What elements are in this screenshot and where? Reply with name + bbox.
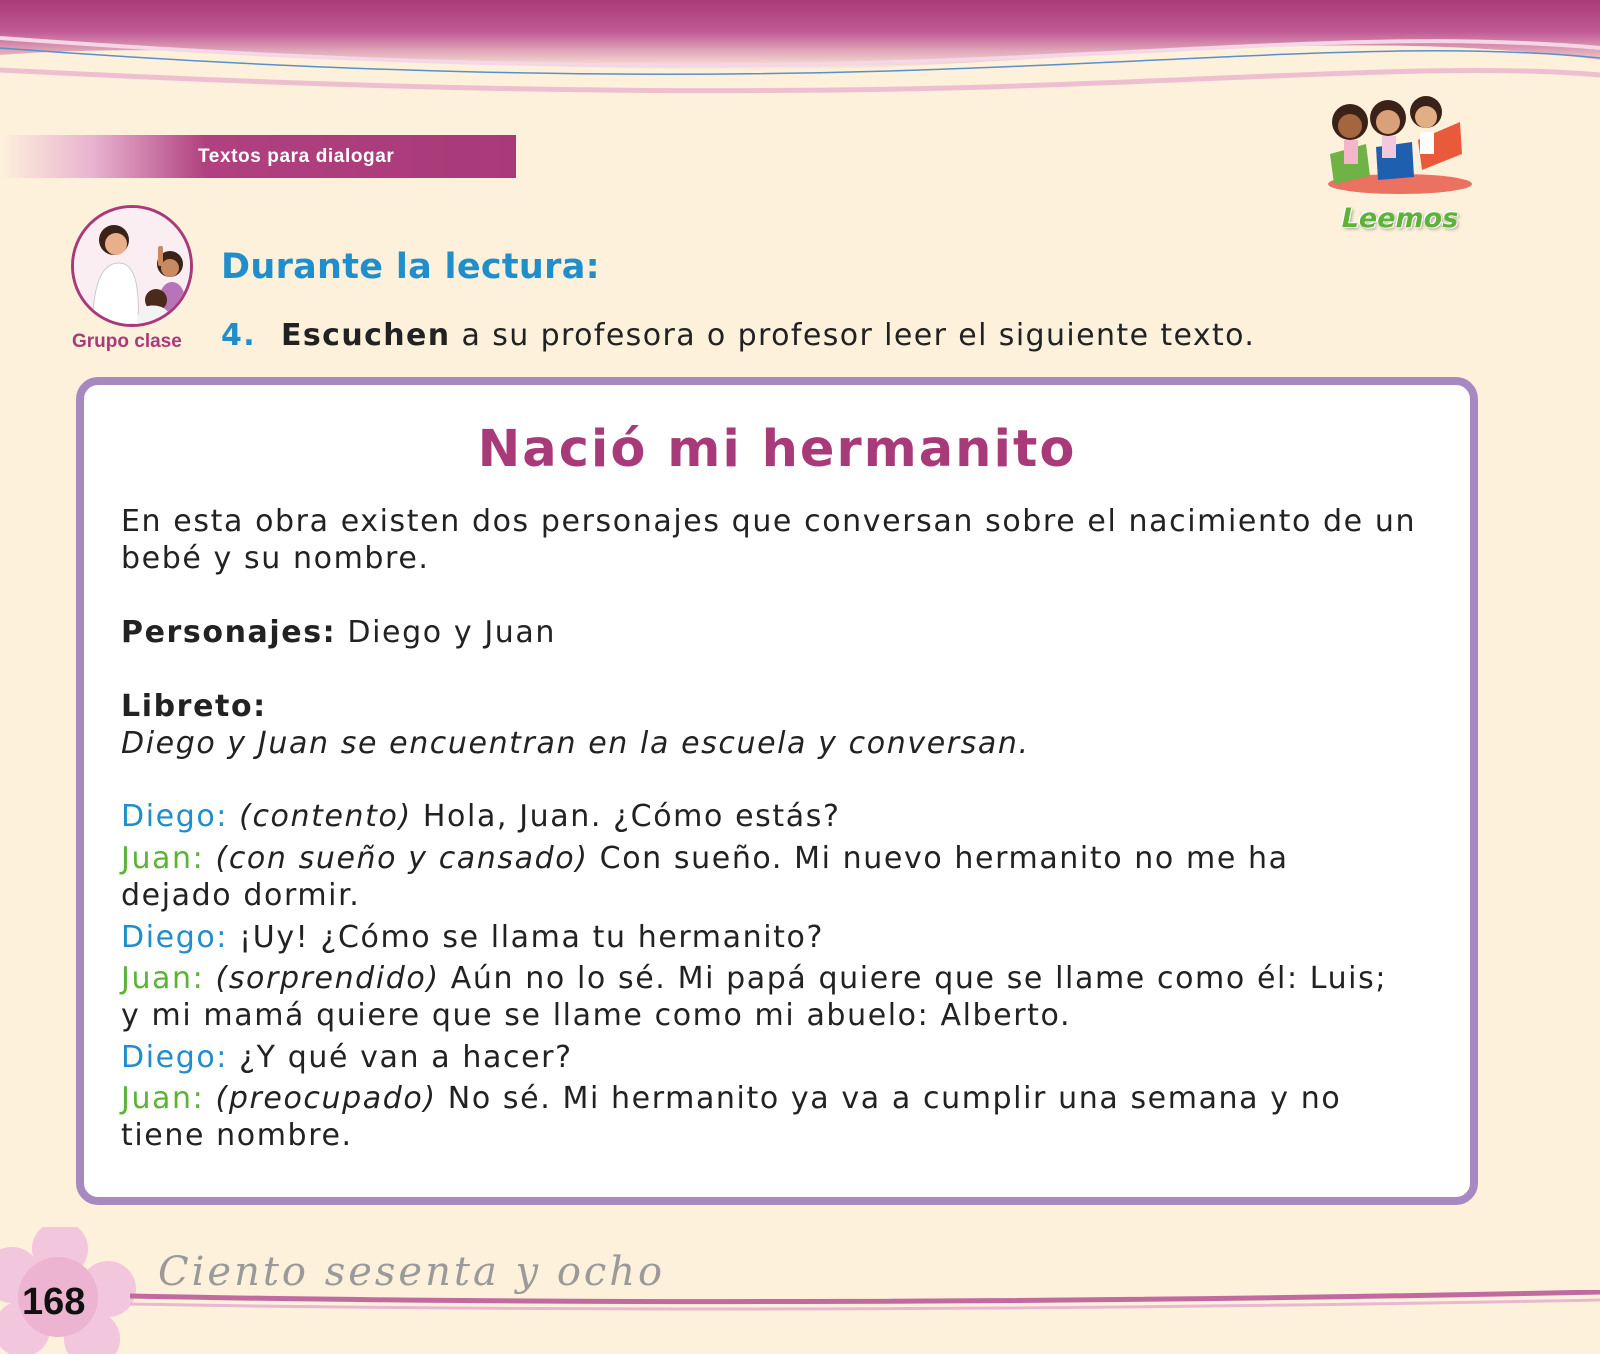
intro-line-1: En esta obra existen dos personajes que … xyxy=(121,504,1417,539)
dialogue-text: No sé. Mi hermanito ya va a cumplir una … xyxy=(436,1081,1342,1116)
dialogue-text: Aún no lo sé. Mi papá quiere que se llam… xyxy=(439,961,1388,996)
speaker-direction: (sorprendido) xyxy=(215,961,440,996)
dialogue-text-continued: y mi mamá quiere que se llame como mi ab… xyxy=(121,998,1072,1033)
speaker-name: Juan: xyxy=(121,841,205,876)
intro-line-2: bebé y su nombre. xyxy=(121,541,430,576)
dialogue-text: Hola, Juan. ¿Cómo estás? xyxy=(411,799,841,834)
dialogue-text-continued: tiene nombre. xyxy=(121,1118,353,1153)
footer-decorative-line xyxy=(130,1290,1600,1311)
speaker-name: Diego: xyxy=(121,1040,228,1075)
stage-direction: Diego y Juan se encuentran en la escuela… xyxy=(121,726,1030,761)
dialogue-line: Diego: (contento) Hola, Juan. ¿Cómo está… xyxy=(121,798,1451,835)
dialogue-line: Juan: (con sueño y cansado) Con sueño. M… xyxy=(121,840,1451,914)
page-number: 168 xyxy=(22,1281,86,1323)
group-class-avatar xyxy=(71,205,193,327)
instruction: 4. Escuchen a su profesora o profesor lee… xyxy=(221,318,1255,353)
speaker-name: Diego: xyxy=(121,799,228,834)
dialogue-text: Con sueño. Mi nuevo hermanito no me ha xyxy=(588,841,1289,876)
dialogue-line: Juan: (sorprendido) Aún no lo sé. Mi pap… xyxy=(121,960,1451,1034)
dialogue-line: Juan: (preocupado) No sé. Mi hermanito y… xyxy=(121,1080,1451,1154)
dialogue-text-continued: dejado dormir. xyxy=(121,878,361,913)
dialogue-line: Diego: ¡Uy! ¿Cómo se llama tu hermanito? xyxy=(121,919,1451,956)
speaker-direction: (con sueño y cansado) xyxy=(215,841,589,876)
speaker-direction: (preocupado) xyxy=(215,1081,437,1116)
characters-value: Diego y Juan xyxy=(336,615,556,650)
group-class-label: Grupo clase xyxy=(72,331,182,352)
speaker-direction: (contento) xyxy=(239,799,412,834)
reading-children-icon xyxy=(1328,96,1472,194)
activity-number: 4. xyxy=(221,318,257,353)
page-number-words: Ciento sesenta y ocho xyxy=(158,1249,666,1295)
speaker-name: Juan: xyxy=(121,1081,205,1116)
dialogue-line: Diego: ¿Y qué van a hacer? xyxy=(121,1039,1451,1076)
story-intro: En esta obra existen dos personajes que … xyxy=(121,503,1451,577)
characters-label: Personajes: xyxy=(121,615,337,650)
characters-line: Personajes: Diego y Juan xyxy=(121,614,1451,651)
phase-title: Durante la lectura: xyxy=(221,247,600,287)
script-label: Libreto: xyxy=(121,689,267,724)
instruction-verb: Escuchen xyxy=(281,318,451,353)
instruction-text: a su profesora o profesor leer el siguie… xyxy=(450,318,1256,353)
dialogue-text: ¡Uy! ¿Cómo se llama tu hermanito? xyxy=(239,920,824,955)
story-title: Nació mi hermanito xyxy=(477,420,1077,479)
leemos-badge-label: Leemos xyxy=(1341,203,1459,234)
speaker-name: Juan: xyxy=(121,961,205,996)
script-section: Libreto: Diego y Juan se encuentran en l… xyxy=(121,688,1451,762)
dialogue-text: ¿Y qué van a hacer? xyxy=(239,1040,573,1075)
speaker-name: Diego: xyxy=(121,920,228,955)
reading-box: Nació mi hermanito En esta obra existen … xyxy=(76,377,1478,1205)
section-tab: Textos para dialogar xyxy=(0,135,516,178)
teacher-students-illustration xyxy=(74,208,190,324)
